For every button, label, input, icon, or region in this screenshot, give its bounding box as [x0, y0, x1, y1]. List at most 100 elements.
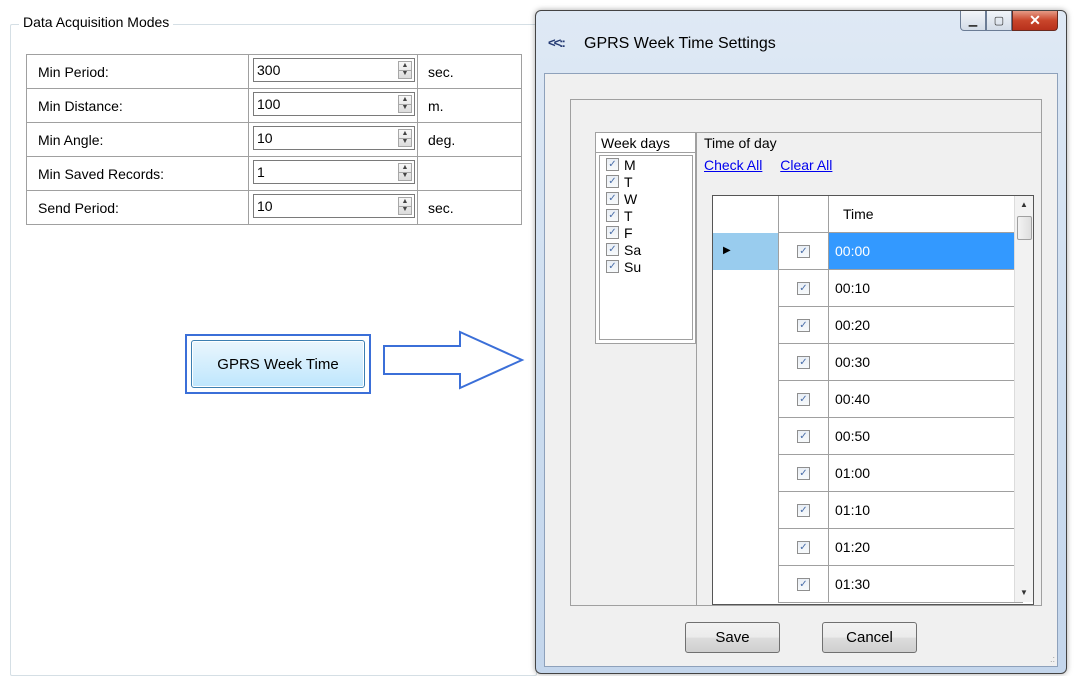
- table-row[interactable]: ✓ 01:00: [713, 455, 1023, 492]
- checkbox-checked-icon[interactable]: ✓: [797, 429, 810, 443]
- checkbox-checked-icon[interactable]: ✓: [797, 503, 810, 517]
- vertical-scrollbar[interactable]: ▲ ▼: [1014, 196, 1033, 602]
- minimize-button[interactable]: ▁: [960, 11, 986, 31]
- row-header[interactable]: [713, 455, 779, 492]
- time-cell[interactable]: 00:10: [829, 270, 1023, 307]
- clear-all-link[interactable]: Clear All: [780, 157, 832, 173]
- spinner-buttons[interactable]: ▲ ▼: [398, 95, 412, 113]
- param-value-input[interactable]: [254, 59, 387, 81]
- row-checkbox-cell[interactable]: ✓: [779, 270, 829, 307]
- row-checkbox-cell[interactable]: ✓: [779, 307, 829, 344]
- row-checkbox-cell[interactable]: ✓: [779, 418, 829, 455]
- row-checkbox-cell[interactable]: ✓: [779, 344, 829, 381]
- param-value-input[interactable]: [254, 93, 387, 115]
- time-cell[interactable]: 01:00: [829, 455, 1023, 492]
- row-header[interactable]: [713, 566, 779, 603]
- maximize-button[interactable]: ▢: [986, 11, 1012, 31]
- table-row[interactable]: ✓ 01:30: [713, 566, 1023, 603]
- numeric-spinner[interactable]: ▲▼: [253, 92, 415, 116]
- row-header[interactable]: [713, 381, 779, 418]
- numeric-spinner[interactable]: ▲▼: [253, 194, 415, 218]
- checkbox-checked-icon[interactable]: ✓: [606, 158, 619, 171]
- checkbox-checked-icon[interactable]: ✓: [606, 260, 619, 273]
- checkbox-checked-icon[interactable]: ✓: [606, 192, 619, 205]
- spinner-buttons[interactable]: ▲ ▼: [398, 61, 412, 79]
- scroll-thumb[interactable]: [1017, 216, 1032, 240]
- row-header[interactable]: [713, 529, 779, 566]
- time-cell[interactable]: 00:30: [829, 344, 1023, 381]
- spinner-buttons[interactable]: ▲ ▼: [398, 197, 412, 215]
- table-row[interactable]: ✓ 01:20: [713, 529, 1023, 566]
- row-checkbox-cell[interactable]: ✓: [779, 381, 829, 418]
- table-row[interactable]: ✓ 00:40: [713, 381, 1023, 418]
- spin-down-icon[interactable]: ▼: [399, 206, 411, 214]
- checkbox-checked-icon[interactable]: ✓: [606, 209, 619, 222]
- checkbox-checked-icon[interactable]: ✓: [797, 355, 810, 369]
- spin-down-icon[interactable]: ▼: [399, 70, 411, 78]
- scroll-down-icon[interactable]: ▼: [1015, 584, 1033, 602]
- time-cell[interactable]: 01:10: [829, 492, 1023, 529]
- checkbox-checked-icon[interactable]: ✓: [606, 226, 619, 239]
- scroll-up-icon[interactable]: ▲: [1015, 196, 1033, 214]
- row-header[interactable]: [713, 270, 779, 307]
- weekday-item[interactable]: ✓ T: [600, 173, 692, 190]
- checkbox-checked-icon[interactable]: ✓: [797, 392, 810, 406]
- table-row[interactable]: ✓ 00:10: [713, 270, 1023, 307]
- resize-grip-icon[interactable]: .:: [1050, 654, 1055, 664]
- row-checkbox-cell[interactable]: ✓: [779, 566, 829, 603]
- checkbox-checked-icon[interactable]: ✓: [797, 318, 810, 332]
- time-cell[interactable]: 01:20: [829, 529, 1023, 566]
- time-cell[interactable]: 00:00: [829, 233, 1023, 270]
- row-checkbox-cell[interactable]: ✓: [779, 455, 829, 492]
- close-button[interactable]: ✕: [1012, 11, 1058, 31]
- row-header[interactable]: [713, 307, 779, 344]
- checkbox-checked-icon[interactable]: ✓: [797, 466, 810, 480]
- weekday-item[interactable]: ✓ Sa: [600, 241, 692, 258]
- spinner-buttons[interactable]: ▲ ▼: [398, 129, 412, 147]
- row-header[interactable]: [713, 418, 779, 455]
- time-column-header[interactable]: Time: [829, 196, 1023, 233]
- checkbox-checked-icon[interactable]: ✓: [606, 243, 619, 256]
- checkbox-checked-icon[interactable]: ✓: [606, 175, 619, 188]
- row-header[interactable]: [713, 344, 779, 381]
- spin-down-icon[interactable]: ▼: [399, 172, 411, 180]
- row-checkbox-cell[interactable]: ✓: [779, 233, 829, 270]
- check-all-link[interactable]: Check All: [704, 157, 762, 173]
- spinner-buttons[interactable]: ▲ ▼: [398, 163, 412, 181]
- gprs-week-time-button[interactable]: GPRS Week Time: [191, 340, 365, 388]
- time-cell[interactable]: 00:50: [829, 418, 1023, 455]
- row-checkbox-cell[interactable]: ✓: [779, 492, 829, 529]
- weekday-item[interactable]: ✓ M: [600, 156, 692, 173]
- weekday-item[interactable]: ✓ Su: [600, 258, 692, 275]
- row-checkbox-cell[interactable]: ✓: [779, 529, 829, 566]
- time-grid[interactable]: Time ▶ ✓ 00:00 ✓ 00:10 ✓ 00:20 ✓ 00:30 ✓ 00:40 ✓ 00:…: [712, 195, 1034, 605]
- checkbox-checked-icon[interactable]: ✓: [797, 577, 810, 591]
- param-value-input[interactable]: [254, 195, 387, 217]
- dialog-title-bar[interactable]: <<:: GPRS Week Time Settings ▁ ▢ ✕: [536, 11, 1066, 71]
- checkbox-checked-icon[interactable]: ✓: [797, 244, 810, 258]
- row-header[interactable]: [713, 492, 779, 529]
- weekday-item[interactable]: ✓ W: [600, 190, 692, 207]
- table-row[interactable]: ✓ 00:50: [713, 418, 1023, 455]
- time-cell[interactable]: 00:20: [829, 307, 1023, 344]
- spin-down-icon[interactable]: ▼: [399, 104, 411, 112]
- weekday-item[interactable]: ✓ T: [600, 207, 692, 224]
- param-value-input[interactable]: [254, 127, 387, 149]
- table-row[interactable]: ✓ 00:20: [713, 307, 1023, 344]
- time-cell[interactable]: 00:40: [829, 381, 1023, 418]
- numeric-spinner[interactable]: ▲▼: [253, 160, 415, 184]
- cancel-button[interactable]: Cancel: [822, 622, 917, 653]
- save-button[interactable]: Save: [685, 622, 780, 653]
- param-value-input[interactable]: [254, 161, 387, 183]
- time-cell[interactable]: 01:30: [829, 566, 1023, 603]
- table-row[interactable]: ▶ ✓ 00:00: [713, 233, 1023, 270]
- numeric-spinner[interactable]: ▲▼: [253, 58, 415, 82]
- table-row[interactable]: ✓ 01:10: [713, 492, 1023, 529]
- row-header[interactable]: ▶: [713, 233, 779, 270]
- weekday-item[interactable]: ✓ F: [600, 224, 692, 241]
- checkbox-checked-icon[interactable]: ✓: [797, 281, 810, 295]
- checkbox-checked-icon[interactable]: ✓: [797, 540, 810, 554]
- spin-down-icon[interactable]: ▼: [399, 138, 411, 146]
- table-row[interactable]: ✓ 00:30: [713, 344, 1023, 381]
- numeric-spinner[interactable]: ▲▼: [253, 126, 415, 150]
